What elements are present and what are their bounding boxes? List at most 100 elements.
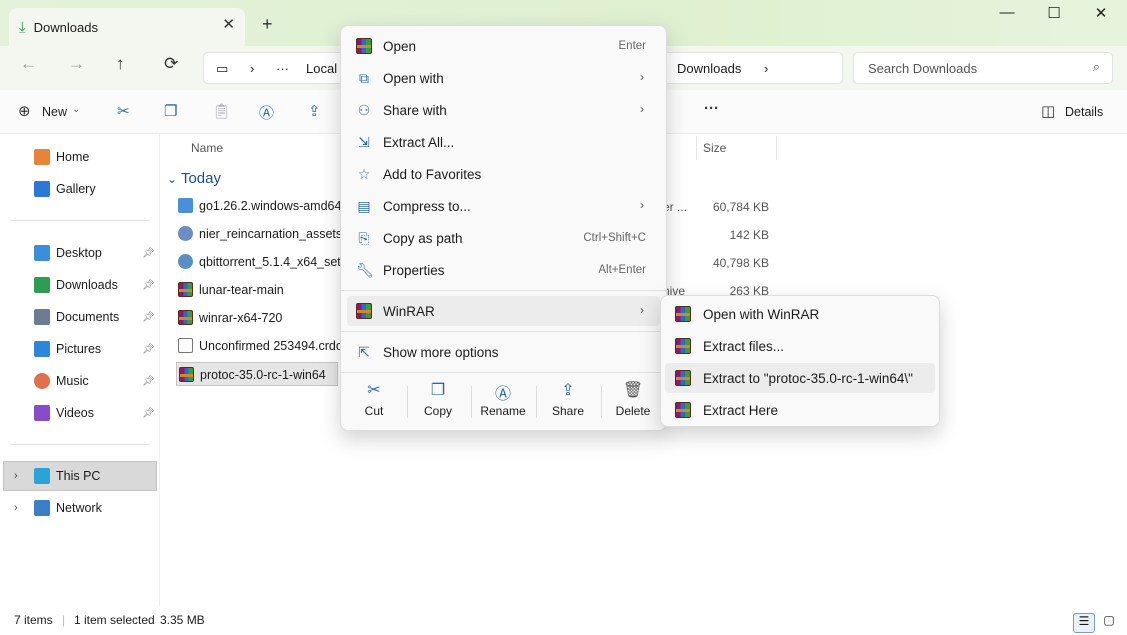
copy-icon[interactable]: ❐ [164,102,177,120]
file-name: qbittorrent_5.1.4_x64_setup [199,255,355,269]
action-label: Copy [423,404,452,418]
share-button[interactable]: ⇪ Share [537,380,599,424]
forward-button[interactable]: → [68,54,85,74]
address-segment-local[interactable]: Local [306,61,337,76]
status-bar: 7 items | 1 item selected 3.35 MB ☰ ▢ [0,606,1127,635]
new-icon[interactable]: ⊕ [18,102,31,120]
pictures-icon [34,341,50,357]
menu-item-open[interactable]: Open Enter [347,31,660,61]
menu-item-label: WinRAR [383,304,435,319]
close-tab-icon[interactable]: ✕ [222,15,235,33]
videos-icon [34,405,50,421]
column-divider[interactable] [776,136,777,160]
details-pane-icon[interactable]: ◫ [1041,102,1055,120]
chevron-right-icon[interactable]: › [764,61,768,76]
selection-count: 1 item selected [74,613,155,627]
menu-item-extract-files[interactable]: Extract files... [665,331,935,361]
pin-icon[interactable]: 📌︎ [142,376,155,387]
more-options-icon[interactable]: ··· [704,100,719,117]
menu-divider [341,290,666,291]
sidebar-item-gallery[interactable]: Gallery [34,178,96,200]
sidebar-item-network[interactable]: Network [34,497,102,519]
new-tab-button[interactable]: + [262,14,273,35]
menu-item-properties[interactable]: 🔧︎ Properties Alt+Enter [347,255,660,285]
search-placeholder: Search Downloads [868,61,978,76]
menu-divider [341,331,666,332]
pin-icon[interactable]: 📌︎ [142,248,155,259]
column-header-size[interactable]: Size [703,141,726,155]
tiles-view-icon[interactable]: ▢ [1098,613,1120,633]
sidebar-item-label: Pictures [56,342,102,356]
cut-icon[interactable]: ✂ [117,102,130,120]
menu-item-share-with[interactable]: ⚇ Share with › [347,95,660,125]
menu-item-extract-here[interactable]: Extract Here [665,395,935,425]
sidebar-item-desktop[interactable]: Desktop [34,242,102,264]
menu-item-label: Copy as path [383,231,463,246]
menu-item-add-to-favorites[interactable]: ☆ Add to Favorites [347,159,660,189]
details-button[interactable]: Details [1065,105,1103,119]
sidebar-item-documents[interactable]: Documents [34,306,119,328]
shortcut-text: Enter [618,40,647,52]
sidebar-item-videos[interactable]: Videos [34,402,94,424]
pin-icon[interactable]: 📌︎ [142,408,155,419]
sidebar-item-music[interactable]: Music [34,370,89,392]
minimize-button[interactable]: — [984,4,1030,26]
sidebar-item-pictures[interactable]: Pictures [34,338,101,360]
pin-icon[interactable]: 📌︎ [142,344,155,355]
file-name: nier_reincarnation_assets_a [199,227,357,241]
status-divider: | [62,613,66,627]
delete-button[interactable]: 🗑︎ Delete [602,380,664,424]
trash-icon: 🗑︎ [622,382,644,399]
menu-item-winrar[interactable]: WinRAR › [347,296,660,326]
paste-icon[interactable]: 📋︎ [212,102,231,120]
refresh-button[interactable]: ⟳ [164,54,178,74]
share-icon[interactable]: ⇪ [308,102,321,120]
chevron-down-icon[interactable]: ⌄ [72,104,80,115]
menu-item-copy-as-path[interactable]: ⎘ Copy as path Ctrl+Shift+C [347,223,660,253]
new-button[interactable]: New [42,105,67,119]
installer-icon [178,198,193,213]
file-size: 142 KB [729,228,769,242]
cut-button[interactable]: ✂ Cut [343,380,405,424]
share-icon: ⇪ [561,382,575,399]
close-window-button[interactable]: ✕ [1078,4,1124,26]
rename-button[interactable]: Ⓐ Rename [472,380,534,424]
sidebar-item-label: Network [56,501,102,515]
sidebar-item-home[interactable]: Home [34,146,89,168]
details-view-icon[interactable]: ☰ [1073,613,1095,633]
back-button[interactable]: ← [20,54,37,74]
blank-file-icon [178,338,193,353]
up-button[interactable]: ↑ [116,54,125,74]
column-header-name[interactable]: Name [191,141,223,155]
menu-item-show-more-options[interactable]: ⇱ Show more options [347,337,660,367]
winrar-icon [675,370,691,386]
menu-item-compress-to[interactable]: ▤ Compress to... › [347,191,660,221]
menu-item-open-with[interactable]: ⧉ Open with › [347,63,660,93]
computer-icon [34,468,50,484]
column-divider[interactable] [696,136,697,160]
pin-icon[interactable]: 📌︎ [142,280,155,291]
star-icon: ☆ [357,166,371,182]
group-header-today[interactable]: ⌄ Today [167,170,221,187]
address-segment-downloads[interactable]: Downloads [677,61,741,76]
maximize-button[interactable]: ☐ [1031,4,1077,26]
address-ellipsis[interactable]: ··· [276,61,289,76]
menu-item-extract-to-folder[interactable]: Extract to "protoc-35.0-rc-1-win64\" [665,363,935,393]
rename-icon[interactable]: Ⓐ [259,102,274,123]
chevron-right-icon[interactable]: › [14,470,18,482]
tab-downloads[interactable]: ⤓ Downloads ✕ [9,8,245,46]
sidebar-item-downloads[interactable]: Downloads [34,274,118,296]
action-label: Cut [364,404,384,418]
winrar-submenu: Open with WinRAR Extract files... Extrac… [660,295,940,427]
sidebar-item-this-pc-label[interactable]: This PC [34,465,100,487]
file-row-selected[interactable]: protoc-35.0-rc-1-win64 [176,362,338,386]
search-icon: ⌕ [1092,59,1100,74]
search-box[interactable]: Search Downloads ⌕ [853,52,1113,84]
copy-button[interactable]: ❐ Copy [407,380,469,424]
menu-item-open-with-winrar[interactable]: Open with WinRAR [665,299,935,329]
pin-icon[interactable]: 📌︎ [142,312,155,323]
music-icon [34,373,50,389]
menu-item-extract-all[interactable]: ⇲ Extract All... [347,127,660,157]
file-name: go1.26.2.windows-amd64 [199,199,342,213]
chevron-right-icon[interactable]: › [14,502,18,514]
